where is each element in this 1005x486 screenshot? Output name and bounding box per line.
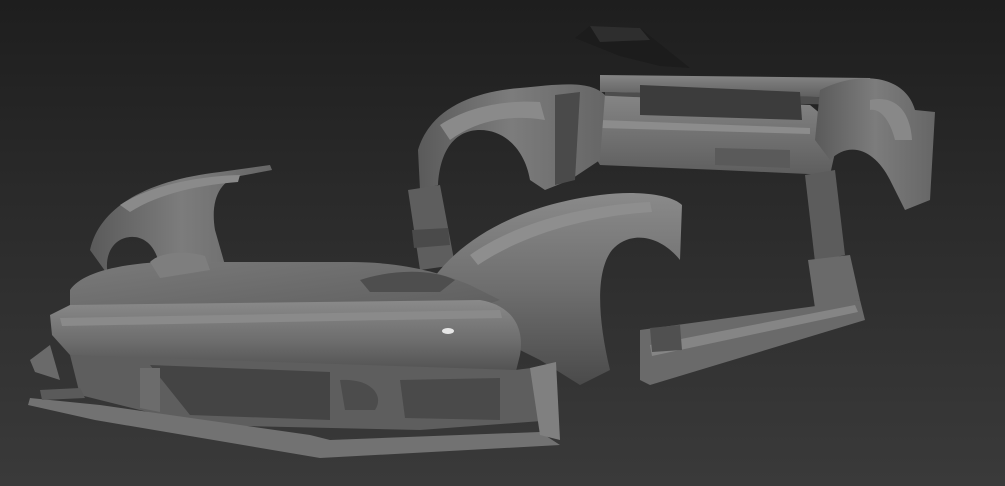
rear-left-fender [418,84,605,190]
roof-scoop [575,26,690,68]
specular-highlight [442,328,454,334]
left-side-pillar [408,185,455,270]
3d-viewport[interactable] [0,0,1005,486]
car-body-kit-render [28,26,935,458]
